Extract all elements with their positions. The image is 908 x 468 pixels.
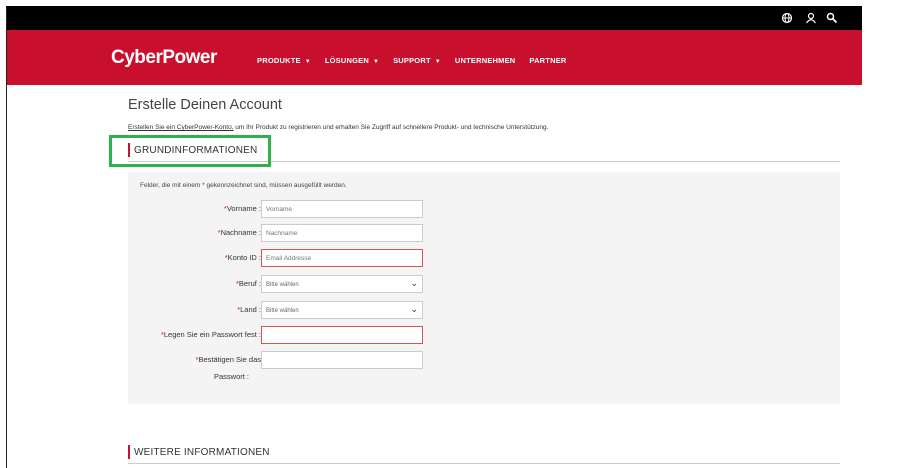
cyberpower-logo[interactable]: CyberPower: [111, 47, 217, 69]
chevron-down-icon: ▼: [434, 59, 441, 65]
row-vorname: *Vorname :: [127, 200, 427, 220]
nav-menu: PRODUKTE ▼ LÖSUNGEN ▼ SUPPORT ▼ UNTERNEHMEN…: [257, 56, 567, 65]
label-land: Land :: [240, 305, 261, 314]
search-icon[interactable]: [825, 11, 839, 25]
vorname-input[interactable]: [261, 200, 423, 218]
label-bestaetigen: Bestätigen Sie das: [198, 355, 261, 364]
label-beruf: Beruf :: [238, 279, 261, 288]
highlight-box: [109, 135, 271, 167]
page-title: Erstelle Deinen Account: [128, 97, 282, 113]
user-icon[interactable]: [804, 11, 818, 25]
section-divider: [128, 463, 840, 464]
row-bestaetigen: *Bestätigen Sie das: [127, 351, 427, 371]
browser-viewport: CyberPower PRODUKTE ▼ LÖSUNGEN ▼ SUPPORT ▼ …: [6, 6, 862, 468]
required-note: Felder, die mit einem * gekennzeichnet s…: [140, 182, 347, 189]
section-accent-bar: [128, 445, 130, 459]
nav-item-support[interactable]: SUPPORT ▼: [393, 56, 441, 65]
land-select[interactable]: Bitte wählen ⌄: [261, 301, 423, 319]
konto-id-input[interactable]: [261, 249, 423, 267]
chevron-down-icon: ⌄: [410, 278, 418, 288]
row-land: *Land : Bitte wählen ⌄: [127, 301, 427, 321]
section-heading-more: WEITERE INFORMATIONEN: [128, 444, 270, 460]
nachname-input[interactable]: [261, 224, 423, 242]
chevron-down-icon: ⌄: [410, 304, 418, 314]
top-utility-bar: [7, 6, 862, 30]
intro-link[interactable]: Erstellen Sie ein CyberPower-Konto,: [128, 124, 234, 131]
confirm-password-input[interactable]: [261, 351, 423, 369]
row-konto: *Konto ID :: [127, 249, 427, 269]
row-passwort: *Legen Sie ein Passwort fest :: [127, 326, 427, 346]
label-passwort: Legen Sie ein Passwort fest :: [163, 330, 261, 339]
beruf-select[interactable]: Bitte wählen ⌄: [261, 275, 423, 293]
label-nachname: Nachname :: [220, 228, 261, 237]
label-bestaetigen-line2: Passwort :: [214, 372, 250, 381]
globe-icon[interactable]: [780, 11, 794, 25]
row-beruf: *Beruf : Bitte wählen ⌄: [127, 275, 427, 295]
chevron-down-icon: ▼: [304, 59, 311, 65]
nav-item-produkte[interactable]: PRODUKTE ▼: [257, 56, 311, 65]
intro-text: Erstellen Sie ein CyberPower-Konto, um I…: [128, 124, 549, 131]
password-input[interactable]: [261, 326, 423, 344]
nav-item-loesungen[interactable]: LÖSUNGEN ▼: [325, 56, 379, 65]
main-navigation: CyberPower PRODUKTE ▼ LÖSUNGEN ▼ SUPPORT ▼ …: [7, 30, 862, 85]
nav-item-partner[interactable]: PARTNER: [529, 56, 566, 65]
nav-item-unternehmen[interactable]: UNTERNEHMEN: [455, 56, 516, 65]
chevron-down-icon: ▼: [372, 59, 380, 65]
label-vorname: Vorname :: [226, 204, 261, 213]
label-konto: Konto ID :: [227, 253, 261, 262]
row-nachname: *Nachname :: [127, 224, 427, 244]
